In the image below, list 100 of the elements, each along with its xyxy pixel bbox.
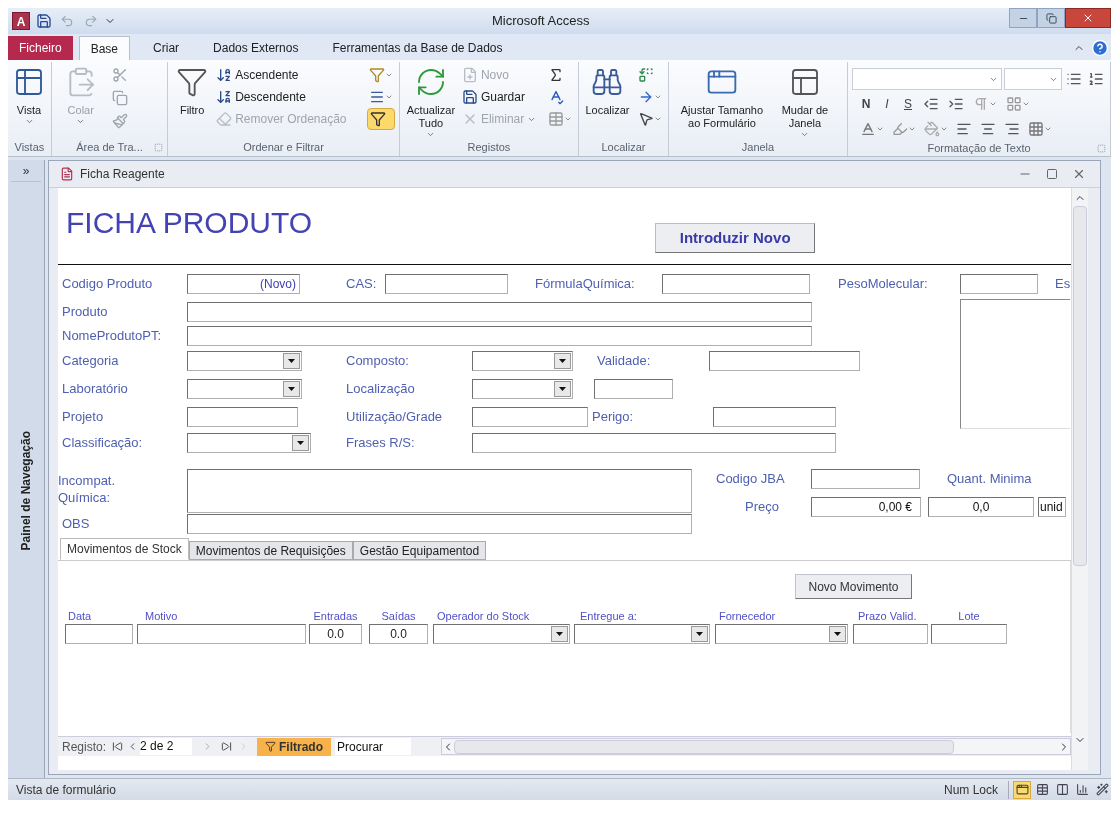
pane-title: Painel de Navegação [18,430,34,550]
help-icon[interactable] [1091,39,1109,57]
group-label: Ordenar e Filtrar [243,140,324,156]
dropdown-button[interactable] [283,353,300,369]
command-icon [591,66,624,98]
text-field[interactable]: 0.0 [369,624,428,644]
text-field[interactable]: 0,00 € [811,497,921,517]
combo-box[interactable] [187,351,302,371]
ribbon-button[interactable]: Actualizar Tudo [403,62,458,139]
ribbon-tab[interactable]: Base [78,36,131,60]
combo-box[interactable] [187,379,302,399]
close-icon[interactable] [1072,167,1086,181]
text-field[interactable] [594,379,673,399]
dropdown-arrow-icon [559,387,566,391]
form-tab[interactable]: Gestão Equipamentod [352,541,487,560]
ribbon-tab[interactable]: Criar [142,36,191,60]
field-label: Classificação: [62,434,144,452]
ribbon-button[interactable]: Filtro [172,62,213,139]
combo-box[interactable] [433,624,570,644]
column-header: Prazo Valid. [857,609,918,624]
dropdown-button[interactable] [554,353,571,369]
field-label: Codigo Produto [62,275,154,293]
dropdown-button[interactable] [691,626,708,642]
scrollbar-thumb[interactable] [1073,206,1087,566]
ribbon-button[interactable]: Descendente [216,86,347,108]
dropdown-button[interactable] [829,626,846,642]
ribbon-tab[interactable]: Ficheiro [8,36,73,60]
record-number-field[interactable]: 2 de 2 [140,738,193,755]
text-field[interactable] [709,351,860,371]
scrollbar-thumb[interactable] [454,739,955,754]
form-tab[interactable]: Movimentos de Requisições [188,541,353,560]
text-field[interactable] [931,624,1007,644]
field-label: Perigo: [592,408,635,426]
ribbon-button[interactable]: Vista [12,62,46,139]
dropdown-button[interactable] [551,626,568,642]
text-field[interactable] [137,624,306,644]
restore-button[interactable] [1037,8,1065,28]
text-field[interactable] [662,274,810,294]
toggle-filter-button[interactable] [366,108,395,130]
text-field[interactable]: 0.0 [309,624,362,644]
view-button[interactable] [1013,780,1031,799]
format-button[interactable]: N [858,94,874,114]
field-label: Validade: [597,352,652,370]
text-field[interactable] [713,407,836,427]
combo-box[interactable] [574,624,710,644]
restore-icon[interactable] [1046,168,1058,180]
text-field[interactable]: 0,0 [928,497,1034,517]
text-field[interactable] [187,407,298,427]
text-field[interactable] [472,433,836,453]
horizontal-scrollbar[interactable] [441,738,1071,755]
ribbon-button[interactable]: Ascendente [216,64,347,86]
ribbon-tab[interactable]: Ferramentas da Base de Dados [321,36,514,60]
dropdown-arrow-icon [834,632,841,636]
last-record-icon[interactable] [221,741,233,752]
field-label: Laboratório [62,380,129,398]
dropdown-button[interactable] [292,435,309,451]
format-button[interactable]: S [900,94,916,114]
text-field[interactable] [853,624,928,644]
vertical-scrollbar[interactable] [1071,188,1088,770]
text-field[interactable]: unid [1038,497,1066,517]
dropdown-button[interactable] [283,381,300,397]
close-icon [1082,12,1094,24]
text-field[interactable] [960,274,1038,294]
new-movement-button[interactable]: Novo Movimento [795,574,912,599]
text-area[interactable] [187,469,692,513]
text-field[interactable] [187,514,692,534]
text-field[interactable] [811,469,920,489]
caret-icon [426,130,436,139]
save-icon[interactable] [36,13,52,29]
combo-box[interactable] [187,433,311,453]
column-header: Data [67,609,93,624]
combo-box[interactable] [472,379,573,399]
new-record-button[interactable]: Introduzir Novo [655,223,816,253]
text-field[interactable] [385,274,508,294]
text-field[interactable] [65,624,133,644]
ribbon-tab[interactable]: Dados Externos [202,36,310,60]
ribbon-button[interactable]: Localizar [582,62,632,139]
ribbon-button[interactable]: Guardar [461,86,537,108]
combo-box[interactable] [472,351,573,371]
dropdown-arrow-icon [696,632,703,636]
ribbon-button[interactable]: Mudar de Janela [774,62,835,139]
form-tab[interactable]: Movimentos de Stock [60,538,189,560]
form-heading: FICHA PRODUTO [66,206,313,240]
filter-toggle-button[interactable]: Filtrado [257,737,332,756]
field-label: Categoria [62,352,120,370]
format-button[interactable]: I [879,94,895,114]
text-field[interactable]: (Novo) [187,274,300,294]
view-button[interactable] [1093,780,1111,799]
text-field[interactable] [472,407,588,427]
text-field[interactable] [187,326,812,346]
search-field[interactable]: Procurar [335,738,412,755]
ribbon-button[interactable]: Ajustar Tamanho ao Formulário [672,62,771,139]
text-field[interactable] [187,302,812,322]
column-header: Lote [957,609,981,624]
expand-pane-button[interactable]: » [11,160,41,182]
column-header: Entradas [312,609,359,624]
command-icon [176,66,209,98]
first-record-icon[interactable] [112,741,124,752]
dropdown-button[interactable] [554,381,571,397]
combo-box[interactable] [715,624,848,644]
